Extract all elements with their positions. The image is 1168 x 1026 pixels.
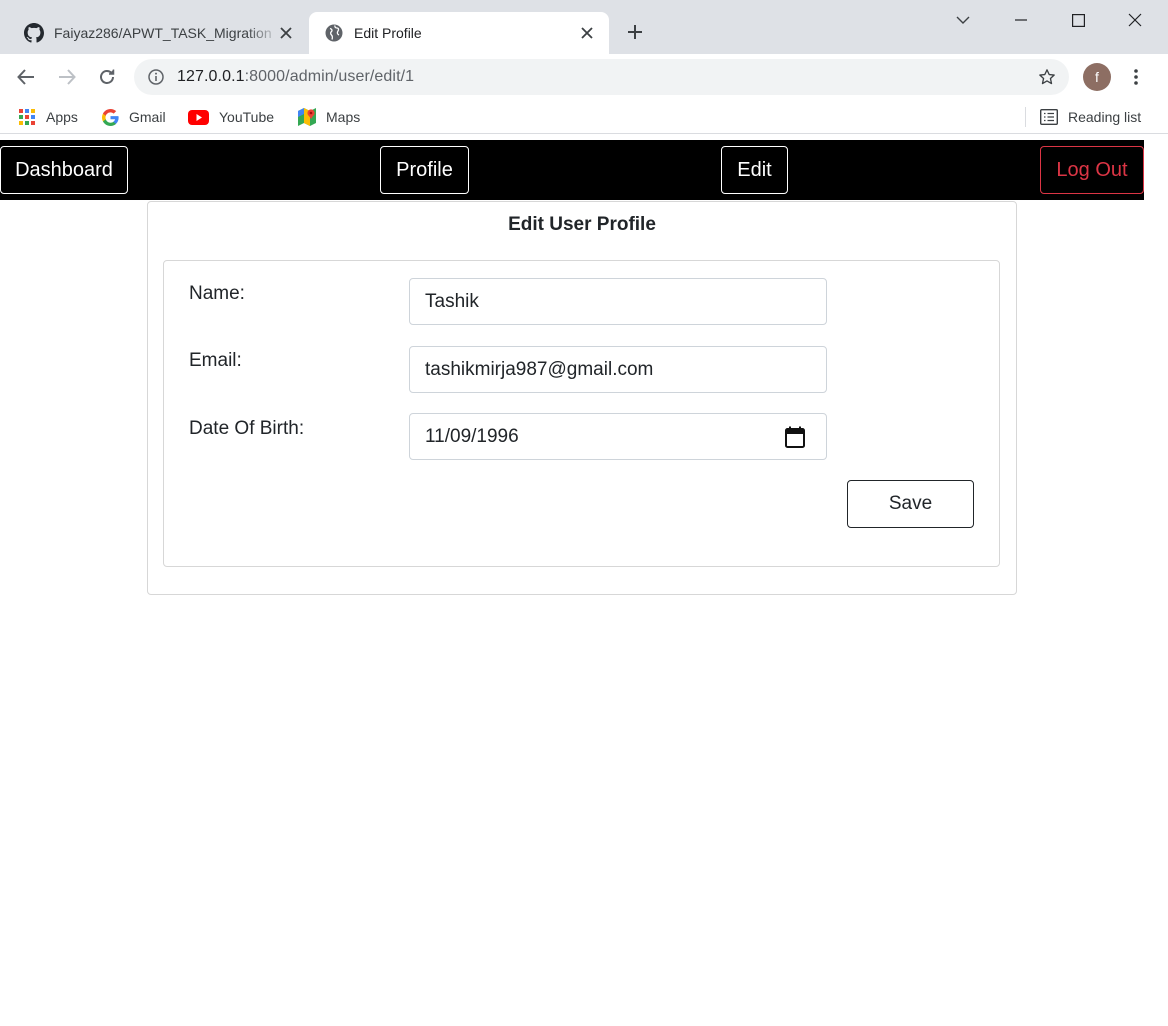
- browser-toolbar: 127.0.0.1:8000/admin/user/edit/1 f: [0, 54, 1168, 100]
- close-window-icon[interactable]: [1113, 4, 1157, 36]
- browser-tab-github[interactable]: Faiyaz286/APWT_TASK_Migration: [8, 12, 308, 54]
- url-path: :8000/admin/user/edit/1: [244, 68, 415, 85]
- bookmark-star-icon[interactable]: [1037, 67, 1057, 87]
- close-tab-icon[interactable]: [276, 23, 296, 43]
- save-button[interactable]: Save: [847, 480, 974, 528]
- tab-title: Edit Profile: [354, 25, 422, 41]
- bookmark-gmail[interactable]: Gmail: [101, 106, 166, 128]
- bookmark-maps[interactable]: Maps: [298, 106, 360, 128]
- reload-icon[interactable]: [92, 62, 122, 92]
- youtube-icon: [188, 108, 209, 126]
- new-tab-plus-icon[interactable]: [622, 19, 648, 45]
- email-label: Email:: [189, 350, 242, 371]
- dob-value: 11/09/1996: [425, 425, 519, 447]
- nav-dashboard-link[interactable]: Dashboard: [0, 146, 128, 194]
- browser-tab-edit-profile[interactable]: Edit Profile: [309, 12, 609, 54]
- address-bar[interactable]: 127.0.0.1:8000/admin/user/edit/1: [134, 59, 1069, 95]
- edit-profile-form: Name: Tashik Email: tashikmirja987@gmail…: [163, 260, 1000, 567]
- maps-icon: [298, 108, 316, 126]
- bookmarks-bar: Apps Gmail YouTube Maps Reading list: [0, 100, 1168, 134]
- globe-icon: [324, 23, 344, 43]
- bookmark-apps[interactable]: Apps: [18, 106, 78, 128]
- dob-date-input[interactable]: 11/09/1996: [409, 413, 827, 460]
- bookmark-label: Apps: [46, 109, 78, 125]
- back-arrow-icon[interactable]: [11, 62, 41, 92]
- bookmark-label: Maps: [326, 109, 361, 125]
- reading-list-icon: [1040, 108, 1058, 126]
- email-input[interactable]: tashikmirja987@gmail.com: [409, 346, 827, 393]
- github-icon: [24, 23, 44, 43]
- google-icon: [101, 108, 119, 126]
- reading-list-label: Reading list: [1068, 109, 1142, 125]
- forward-arrow-icon[interactable]: [52, 62, 82, 92]
- profile-avatar[interactable]: f: [1083, 63, 1111, 91]
- more-menu-icon[interactable]: [1124, 63, 1148, 91]
- reading-list-button[interactable]: Reading list: [1040, 106, 1141, 128]
- site-info-icon[interactable]: [146, 67, 166, 87]
- bookmarks-divider: [1025, 107, 1026, 127]
- nav-logout-link[interactable]: Log Out: [1040, 146, 1144, 194]
- edit-profile-card: Edit User Profile Name: Tashik Email: ta…: [147, 201, 1017, 595]
- page-content: Dashboard Profile Edit Log Out Edit User…: [0, 140, 1168, 1026]
- bookmark-label: Gmail: [129, 109, 166, 125]
- nav-edit-link[interactable]: Edit: [721, 146, 788, 194]
- calendar-icon[interactable]: [784, 426, 806, 448]
- tab-title: Faiyaz286/APWT_TASK_Migration: [54, 25, 272, 41]
- nav-profile-link[interactable]: Profile: [380, 146, 469, 194]
- name-input[interactable]: Tashik: [409, 278, 827, 325]
- url-text: 127.0.0.1:8000/admin/user/edit/1: [177, 68, 414, 86]
- tab-strip: Faiyaz286/APWT_TASK_Migration Edit Profi…: [0, 0, 1168, 54]
- close-tab-icon[interactable]: [577, 23, 597, 43]
- name-label: Name:: [189, 283, 245, 304]
- maximize-icon[interactable]: [1056, 4, 1100, 36]
- url-host: 127.0.0.1: [177, 68, 245, 85]
- bookmark-label: YouTube: [219, 109, 275, 125]
- page-title: Edit User Profile: [508, 214, 656, 235]
- app-navbar: Dashboard Profile Edit Log Out: [0, 140, 1144, 200]
- bookmark-youtube[interactable]: YouTube: [188, 106, 274, 128]
- dob-label: Date Of Birth:: [189, 418, 305, 439]
- apps-grid-icon: [18, 108, 36, 126]
- minimize-icon[interactable]: [999, 4, 1043, 36]
- tab-search-chevron-icon[interactable]: [941, 4, 985, 36]
